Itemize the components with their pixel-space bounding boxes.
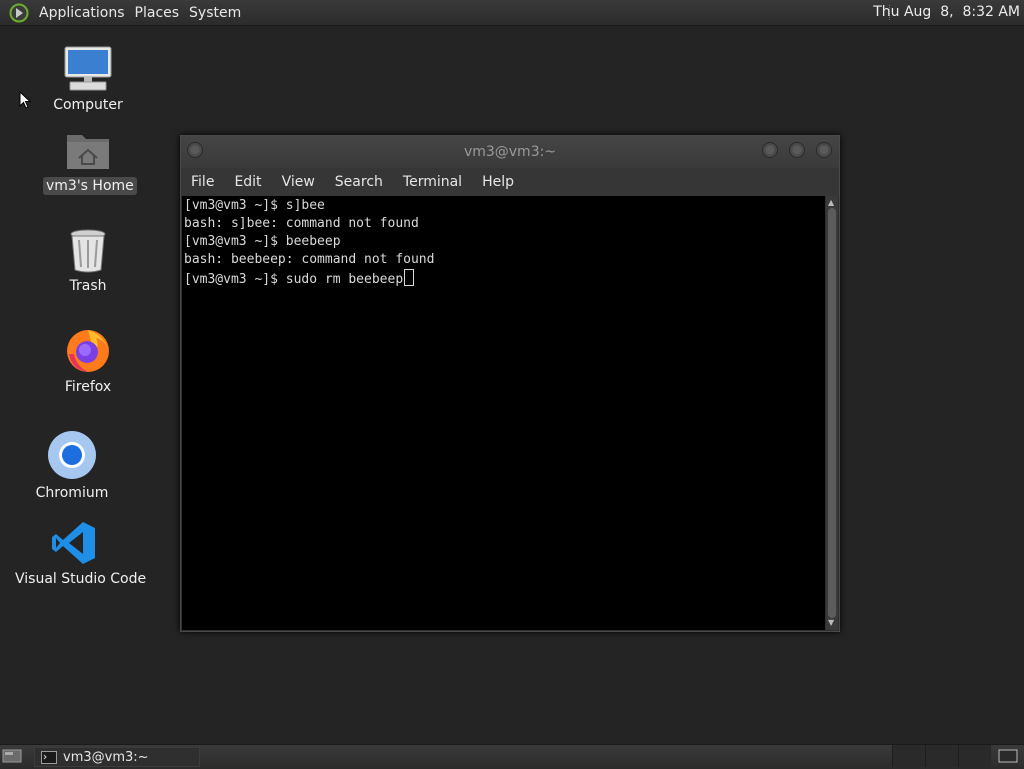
workspace-switcher[interactable] <box>892 745 992 769</box>
menu-applications[interactable]: Applications <box>34 5 130 21</box>
home-folder-icon <box>67 135 109 169</box>
terminal-line: [vm3@vm3 ~]$ beebeep <box>184 234 341 249</box>
menu-view[interactable]: View <box>272 174 325 190</box>
menu-edit[interactable]: Edit <box>224 174 271 190</box>
menu-search[interactable]: Search <box>325 174 393 190</box>
desktop-icon-label: Visual Studio Code <box>15 571 147 587</box>
scroll-up-icon[interactable]: ▲ <box>828 199 834 207</box>
desktop-icon-firefox[interactable]: Firefox <box>48 326 128 396</box>
desktop-icon-trash[interactable]: Trash <box>48 228 128 295</box>
chromium-icon <box>48 431 96 479</box>
terminal-icon <box>41 750 57 764</box>
menu-places[interactable]: Places <box>130 5 185 21</box>
mouse-pointer-icon <box>19 91 31 109</box>
trash-icon <box>70 229 106 273</box>
terminal-line-text: [vm3@vm3 ~]$ sudo rm beebeep <box>184 272 404 287</box>
computer-icon <box>64 46 112 91</box>
desktop-icon-computer[interactable]: Computer <box>48 44 128 114</box>
maximize-icon[interactable] <box>788 141 806 159</box>
desktop-icon-label: Chromium <box>35 485 109 501</box>
show-desktop-icon[interactable] <box>2 748 22 764</box>
taskbar-window-label: vm3@vm3:~ <box>63 749 149 765</box>
terminal-line: bash: s]bee: command not found <box>184 216 419 231</box>
desktop-icon-label: vm3's Home <box>43 177 137 195</box>
bottom-panel: vm3@vm3:~ <box>0 744 1024 769</box>
terminal-line: bash: beebeep: command not found <box>184 252 435 267</box>
desktop-icon-chromium[interactable]: Chromium <box>32 430 112 502</box>
scrollbar-thumb[interactable] <box>828 208 836 618</box>
terminal-menubar: File Edit View Search Terminal Help <box>181 168 839 196</box>
desktop-icon-home[interactable]: vm3's Home <box>43 127 137 195</box>
terminal-output[interactable]: [vm3@vm3 ~]$ s]bee bash: s]bee: command … <box>182 196 825 630</box>
minimize-icon[interactable] <box>761 141 779 159</box>
menu-help[interactable]: Help <box>472 174 524 190</box>
firefox-icon <box>67 330 109 372</box>
vscode-icon <box>52 522 95 564</box>
window-title: vm3@vm3:~ <box>463 144 557 160</box>
terminal-scrollbar[interactable]: ▲ ▼ <box>826 196 838 630</box>
menu-file[interactable]: File <box>181 174 224 190</box>
workspace-2[interactable] <box>925 745 958 767</box>
terminal-line: [vm3@vm3 ~]$ s]bee <box>184 198 325 213</box>
desktop-icon-label: Firefox <box>64 379 112 395</box>
close-icon[interactable] <box>815 141 833 159</box>
trash-applet-icon[interactable] <box>998 748 1018 764</box>
terminal-prompt-line: [vm3@vm3 ~]$ sudo rm beebeep <box>184 269 415 287</box>
desktop-icon-vscode[interactable]: Visual Studio Code <box>12 520 146 588</box>
workspace-3[interactable] <box>958 745 991 767</box>
clock[interactable]: Thu Aug 8, 8:32 AM <box>873 4 1020 20</box>
terminal-titlebar[interactable]: vm3@vm3:~ <box>181 136 839 168</box>
terminal-window[interactable]: vm3@vm3:~ File Edit View Search Terminal… <box>180 135 840 632</box>
applications-logo-icon[interactable] <box>9 3 29 23</box>
menu-system[interactable]: System <box>184 5 246 21</box>
desktop-icon-label: Trash <box>69 278 107 294</box>
scroll-down-icon[interactable]: ▼ <box>828 619 834 627</box>
desktop-icon-label: Computer <box>53 97 123 113</box>
taskbar-window-button[interactable]: vm3@vm3:~ <box>34 747 200 767</box>
top-panel: Applications Places System Thu Aug 8, 8:… <box>0 0 1024 26</box>
menu-terminal[interactable]: Terminal <box>393 174 472 190</box>
text-cursor <box>404 269 415 286</box>
workspace-1[interactable] <box>892 745 925 767</box>
